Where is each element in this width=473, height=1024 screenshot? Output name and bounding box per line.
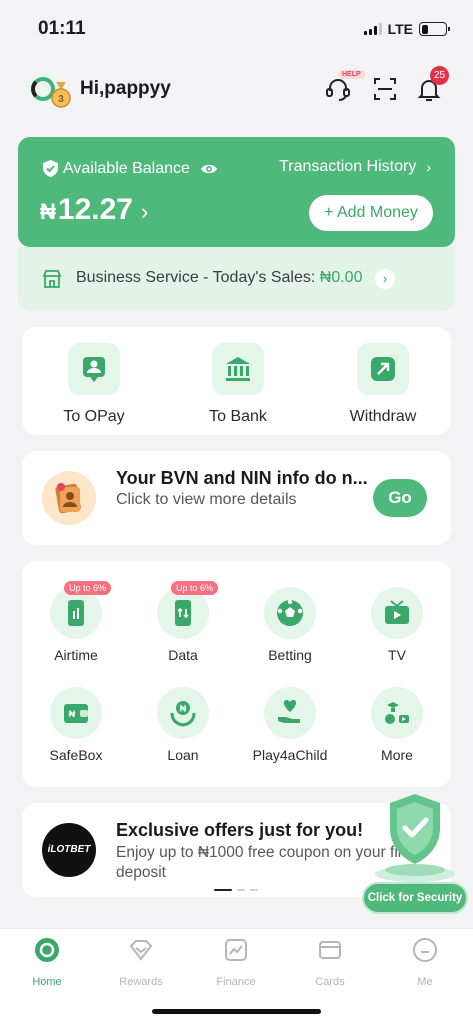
more-apps-icon [371,687,423,739]
add-money-button[interactable]: + Add Money [309,195,433,231]
help-badge: HELP [338,70,365,79]
eye-icon[interactable] [200,162,218,176]
id-document-icon [42,471,96,525]
carousel-indicator [214,888,258,891]
home-icon [35,938,59,962]
to-opay-button[interactable]: To OPay [39,343,149,426]
service-tv[interactable]: TV [343,587,451,663]
service-label: Data [168,647,198,663]
notification-count-badge: 25 [430,66,450,85]
shield-check-icon [43,160,58,177]
tab-rewards[interactable]: Rewards [101,937,181,988]
top-header: 3 Hi,pappyy HELP 25 [0,66,473,112]
security-shield-icon [375,794,455,882]
service-label: More [381,747,413,763]
opay-user-icon [68,343,120,395]
status-icons: LTE [363,21,450,37]
bvn-notice-title: Your BVN and NIN info do n... [116,468,368,488]
today-sales-value: ₦0.00 [319,269,363,286]
service-label: Airtime [54,647,98,663]
scan-icon[interactable] [370,74,400,104]
bvn-notice-card[interactable]: Your BVN and NIN info do n... Click to v… [22,451,451,545]
greeting: Hi,pappyy [80,78,171,99]
bvn-go-button[interactable]: Go [373,479,427,517]
balance-amount[interactable]: ₦ 12.27 › [40,193,148,227]
transaction-history-link[interactable]: Transaction History › [279,158,431,176]
available-balance-label: Available Balance [42,159,218,178]
balance-value: 12.27 [57,193,133,226]
transaction-history-label: Transaction History [279,158,417,175]
loan-hand-icon: ₦ [157,687,209,739]
svg-text:3: 3 [58,94,64,105]
to-bank-label: To Bank [209,408,267,425]
tab-cards[interactable]: Cards [290,937,370,988]
offer-title: Exclusive offers just for you! [116,820,364,840]
currency-symbol: ₦ [40,199,56,224]
home-indicator [152,1009,321,1014]
business-service-label: Business Service - Today's Sales: [76,269,320,286]
tab-label: Cards [315,976,345,988]
service-play4achild[interactable]: Play4aChild [236,687,344,763]
store-icon [42,270,62,288]
status-time: 01:11 [38,18,86,39]
ilotbet-logo: iLOTBET [42,823,96,877]
service-more[interactable]: More [343,687,451,763]
bank-icon [212,343,264,395]
promo-badge: Up to 6% [64,581,112,595]
chevron-right-icon: › [426,159,431,175]
security-widget[interactable]: Click for Security [362,790,468,914]
tab-me[interactable]: Me [385,937,465,988]
business-service-bar[interactable]: Business Service - Today's Sales: ₦0.00 … [18,247,455,311]
level-medal-icon: 3 [51,82,71,108]
business-service-text: Business Service - Today's Sales: ₦0.00 [76,269,362,287]
heart-hand-icon [264,687,316,739]
promo-badge: Up to 6% [171,581,219,595]
tab-home[interactable]: Home [7,937,87,988]
wallet-icon: ₦ [50,687,102,739]
card-icon [319,941,341,959]
tab-label: Me [417,976,433,988]
profile-face-icon [413,938,437,962]
svg-text:₦: ₦ [180,704,187,714]
bvn-notice-subtitle: Click to view more details [116,491,297,508]
tab-label: Rewards [119,976,163,988]
transfer-actions-card: To OPay To Bank Withdraw [22,327,451,435]
service-data[interactable]: Up to 6% Data [129,581,237,663]
status-bar: 01:11 LTE [0,0,473,56]
rewards-icon [129,940,153,961]
signal-icon [363,23,382,35]
chevron-right-icon: › [140,199,149,224]
tab-label: Finance [216,976,256,988]
chevron-right-icon: › [375,269,395,289]
to-opay-label: To OPay [63,408,125,425]
click-for-security-button[interactable]: Click for Security [362,882,468,914]
withdraw-button[interactable]: Withdraw [328,343,438,426]
network-label: LTE [387,21,413,37]
battery-icon [419,22,450,36]
service-betting[interactable]: Betting [236,587,344,663]
withdraw-icon [357,343,409,395]
service-label: Loan [167,747,199,763]
to-bank-button[interactable]: To Bank [183,343,293,426]
logo-text: iLOTBET [47,844,91,855]
service-safebox[interactable]: ₦ SafeBox [22,687,130,763]
tv-icon [371,587,423,639]
tab-finance[interactable]: Finance [196,937,276,988]
bottom-tab-bar: Home Rewards Finance Cards Me [0,928,473,1024]
service-label: SafeBox [49,747,103,763]
svg-text:₦: ₦ [69,709,76,719]
balance-card: Available Balance Transaction History › … [18,137,455,247]
service-label: TV [388,647,406,663]
service-label: Betting [268,647,312,663]
service-airtime[interactable]: Up to 6% Airtime [22,581,130,663]
soccer-ball-icon [264,587,316,639]
withdraw-label: Withdraw [349,408,417,425]
finance-chart-icon [225,939,247,961]
tab-label: Home [32,976,62,988]
service-label: Play4aChild [252,747,328,763]
balance-label-text: Available Balance [63,159,190,177]
services-grid-card: Up to 6% Airtime Up to 6% Data Betting T… [22,561,451,787]
service-loan[interactable]: ₦ Loan [129,687,237,763]
